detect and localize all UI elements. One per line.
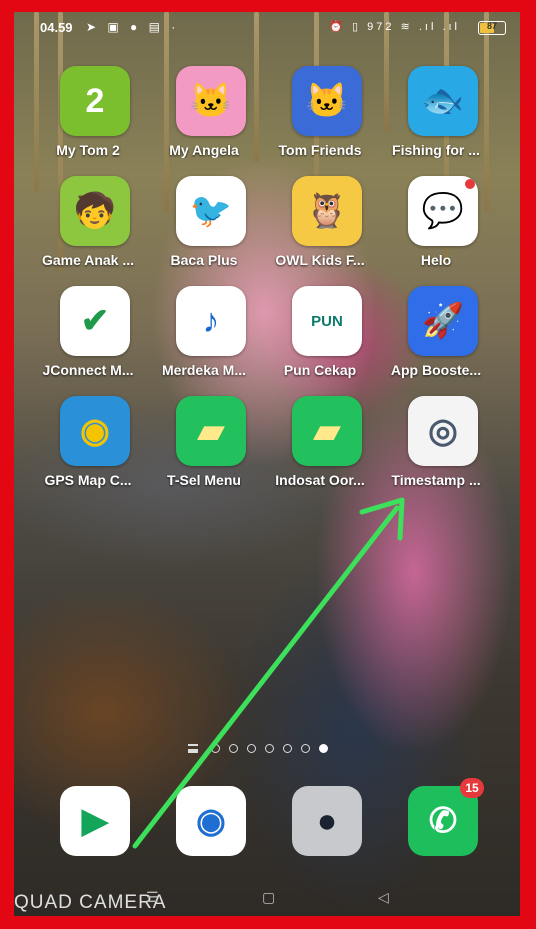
- annotation-arrow: [132, 497, 405, 849]
- camera-watermark: QUAD CAMERA: [14, 892, 167, 913]
- nav-home-button[interactable]: ▢: [262, 889, 275, 906]
- nav-back-button[interactable]: ◁: [378, 889, 389, 906]
- nav-menu-button[interactable]: ☰: [146, 889, 159, 906]
- home-screen: 04.59 ➤ ▣ ● ▤ · ⏰ ▯ 972 ≋ .ıl .ıl 87 2 My…: [14, 12, 520, 916]
- red-border-frame: 04.59 ➤ ▣ ● ▤ · ⏰ ▯ 972 ≋ .ıl .ıl 87 2 My…: [0, 0, 536, 929]
